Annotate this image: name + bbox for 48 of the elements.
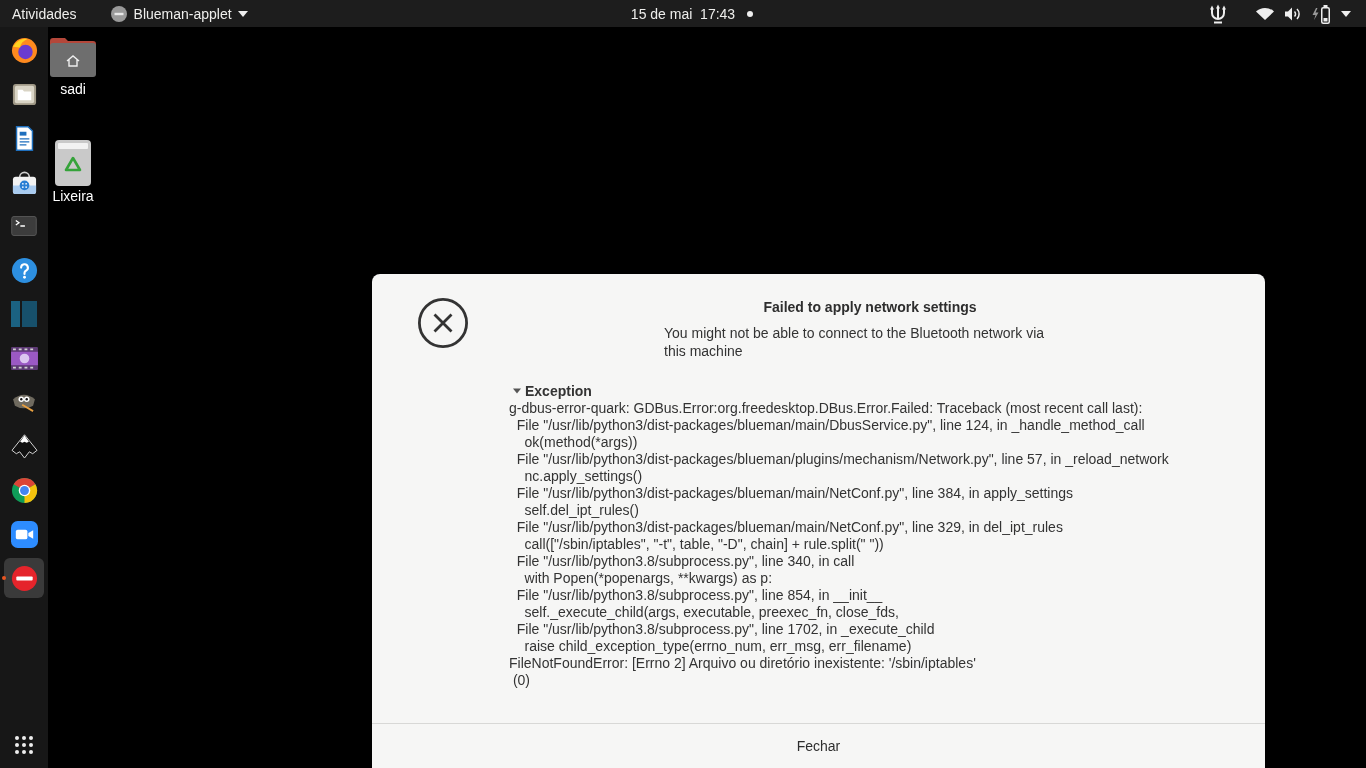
clock-button[interactable]: 15 de mai 17:43 [604,0,762,27]
volume-icon [1285,6,1301,21]
film-strip-icon [10,346,38,370]
trident-icon [1207,3,1229,24]
dialog-title: Failed to apply network settings [763,299,977,316]
help-icon [10,256,38,284]
traceback-line: File "/usr/lib/python3/dist-packages/blueman/main/DbusService.py", line 124, in _handle_method_call [515,417,1145,434]
battery-icon [1312,3,1330,24]
app-menu-button[interactable]: Blueman-applet [102,0,256,27]
traceback-line: raise child_exception_type(errno_num, err_msg, err_filename) [523,638,912,655]
traceback-line: File "/usr/lib/python3.8/subprocess.py", line 340, in call [515,553,855,570]
error-icon [418,298,468,348]
traceback-line: self.del_ipt_rules() [523,502,639,519]
desktop-item[interactable]: sadi [49,37,97,98]
traceback-line: (0) [511,672,530,689]
caret-icon [1341,10,1351,17]
traceback-line: File "/usr/lib/python3.8/subprocess.py", line 854, in __init__ [515,587,883,604]
desktop-item[interactable]: Lixeira [49,140,97,205]
caret-icon [237,10,248,17]
mountain-icon [10,433,38,459]
terminal-icon [11,216,37,236]
mascot-icon [11,392,37,412]
video-camera-icon [10,520,38,548]
traceback-line: call(["/sbin/iptables", "-t", table, "-D", chain] + rule.split(" ")) [523,536,884,553]
exception-expander[interactable]: Exception [509,382,592,400]
traceback-line: File "/usr/lib/python3/dist-packages/blueman/main/NetConf.py", line 384, in apply_settings [515,485,1074,502]
traceback-line: File "/usr/lib/python3/dist-packages/blueman/main/NetConf.py", line 329, in del_ipt_rules [515,519,1063,536]
round-logo-icon [10,476,38,504]
split-panel-icon [11,301,37,327]
traceback-line: ok(method(*args)) [523,434,638,451]
close-button[interactable]: Fechar [372,724,1265,768]
home-folder-icon [50,37,96,77]
traceback-line: FileNotFoundError: [Errno 2] Arquivo ou diretório inexistente: '/sbin/iptables' [509,655,976,672]
circle-logo-icon [10,36,38,64]
no-entry-icon [10,564,38,592]
wifi-icon [1256,7,1274,20]
app-grid-icon [15,736,33,754]
no-entry-icon [110,5,127,22]
traceback-line: self._execute_child(args, executable, preexec_fn, close_fds, [523,604,899,621]
dock-item[interactable] [4,558,44,598]
dialog-message: You might not be able to connect to the Bluetooth network via this machine [664,324,1046,360]
traceback-line: File "/usr/lib/python3/dist-packages/blueman/plugins/mechanism/Network.py", line 57, in _reload_network [515,451,1169,468]
traceback-line: File "/usr/lib/python3.8/subprocess.py", line 1702, in _execute_child [515,621,935,638]
activities-button[interactable]: Atividades [4,0,85,27]
recycle-bin-icon [55,140,91,186]
traceback-line: with Popen(*popenargs, **kwargs) as p: [523,570,773,587]
traceback-line: nc.apply_settings() [523,468,643,485]
traceback-line: g-dbus-error-quark: GDBus.Error:org.freedesktop.DBus.Error.Failed: Traceback (most recent call last): [509,400,1143,417]
